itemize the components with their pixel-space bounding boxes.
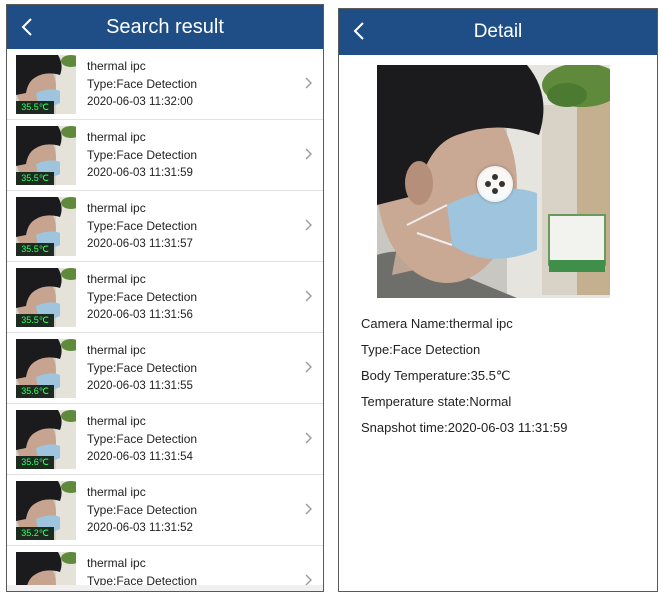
row-type: Type:Face Detection xyxy=(87,361,198,375)
body-temperature: Body Temperature:35.5℃ xyxy=(361,368,511,383)
page-title: Search result xyxy=(106,15,224,38)
row-timestamp: 2020-06-03 11:32:00 xyxy=(87,96,193,108)
temperature-badge: 35.6℃ xyxy=(16,456,54,469)
row-thumbnail: 35.5℃ xyxy=(16,55,76,114)
row-thumbnail: 35.5℃ xyxy=(16,268,76,327)
play-icon xyxy=(485,174,505,194)
temperature-badge: 35.5℃ xyxy=(16,101,54,114)
result-row[interactable]: 35.6℃ thermal ipc Type:Face Detection 2020-… xyxy=(7,404,323,475)
result-row[interactable]: 35.6℃ thermal ipc Type:Face Detection 2020-… xyxy=(7,333,323,404)
bottom-bar xyxy=(7,585,323,591)
row-text: thermal ipc Type:Face Detection 2020-06-03… xyxy=(87,412,197,466)
row-thumbnail: 35.2℃ xyxy=(16,481,76,540)
search-header: Search result xyxy=(7,5,323,49)
temperature-state: Temperature state:Normal xyxy=(361,394,512,409)
chevron-right-icon xyxy=(305,289,313,307)
result-row[interactable]: 35.5℃ thermal ipc Type:Face Detection 2020-… xyxy=(7,262,323,333)
result-row[interactable]: 35.2℃ thermal ipc Type:Face Detection 2020-… xyxy=(7,475,323,546)
row-thumbnail: 35.6℃ xyxy=(16,410,76,469)
row-timestamp: 2020-06-03 11:31:52 xyxy=(87,522,193,534)
chevron-right-icon xyxy=(305,218,313,236)
row-type: Type:Face Detection xyxy=(87,432,198,446)
chevron-left-icon xyxy=(21,18,32,36)
result-row[interactable]: 35.5℃ thermal ipc Type:Face Detection 2020-… xyxy=(7,191,323,262)
row-timestamp: 2020-06-03 11:31:59 xyxy=(87,167,193,179)
row-camera-name: thermal ipc xyxy=(87,130,146,144)
row-type: Type:Face Detection xyxy=(87,290,198,304)
search-result-screen: Search result 35.5℃ thermal ipc Type:Face … xyxy=(6,4,324,592)
page-title: Detail xyxy=(473,21,523,42)
row-type: Type:Face Detection xyxy=(87,503,198,517)
camera-name: Camera Name:thermal ipc xyxy=(361,316,513,331)
row-text: thermal ipc Type:Face Detection 2020-06-03… xyxy=(87,270,197,324)
detail-info: Camera Name:thermal ipc Type:Face Detect… xyxy=(361,311,567,441)
temperature-badge: 35.5℃ xyxy=(16,172,54,185)
snapshot-image[interactable] xyxy=(377,65,610,298)
chevron-left-icon xyxy=(353,22,364,40)
row-timestamp: 2020-06-03 11:31:57 xyxy=(87,238,193,250)
row-thumbnail: 35.6℃ xyxy=(16,339,76,398)
temperature-badge: 35.5℃ xyxy=(16,314,54,327)
row-type: Type:Face Detection xyxy=(87,77,198,91)
row-text: thermal ipc Type:Face Detection 2020-06-03… xyxy=(87,57,197,111)
detail-screen: Detail Camera Name:thermal ipc Type:Face… xyxy=(338,8,658,592)
row-timestamp: 2020-06-03 11:31:55 xyxy=(87,380,193,392)
chevron-right-icon xyxy=(305,431,313,449)
detection-type: Type:Face Detection xyxy=(361,342,481,357)
temperature-badge: 35.5℃ xyxy=(16,243,54,256)
row-camera-name: thermal ipc xyxy=(87,556,146,570)
temperature-badge: 35.6℃ xyxy=(16,385,54,398)
row-thumbnail: 35.5℃ xyxy=(16,197,76,256)
row-text: thermal ipc Type:Face Detection 2020-06-03… xyxy=(87,483,197,537)
row-timestamp: 2020-06-03 11:31:56 xyxy=(87,309,193,321)
temperature-badge: 35.2℃ xyxy=(16,527,54,540)
row-camera-name: thermal ipc xyxy=(87,414,146,428)
snapshot-time: Snapshot time:2020-06-03 11:31:59 xyxy=(361,420,568,435)
row-camera-name: thermal ipc xyxy=(87,343,146,357)
row-thumbnail: 35.5℃ xyxy=(16,126,76,185)
row-text: thermal ipc Type:Face Detection 2020-06-03… xyxy=(87,199,197,253)
chevron-right-icon xyxy=(305,502,313,520)
result-row[interactable]: 35.5℃ thermal ipc Type:Face Detection 2020-… xyxy=(7,49,323,120)
back-button[interactable] xyxy=(13,11,41,43)
row-camera-name: thermal ipc xyxy=(87,485,146,499)
row-type: Type:Face Detection xyxy=(87,148,198,162)
detail-header: Detail xyxy=(339,9,657,55)
play-button[interactable] xyxy=(477,166,513,202)
chevron-right-icon xyxy=(305,360,313,378)
row-text: thermal ipc Type:Face Detection 2020-06-03… xyxy=(87,341,197,395)
chevron-right-icon xyxy=(305,147,313,165)
row-timestamp: 2020-06-03 11:31:54 xyxy=(87,451,193,463)
result-list[interactable]: 35.5℃ thermal ipc Type:Face Detection 2020-… xyxy=(7,49,323,591)
chevron-right-icon xyxy=(305,76,313,94)
row-type: Type:Face Detection xyxy=(87,219,198,233)
result-row[interactable]: 35.5℃ thermal ipc Type:Face Detection 2020-… xyxy=(7,120,323,191)
row-camera-name: thermal ipc xyxy=(87,201,146,215)
row-text: thermal ipc Type:Face Detection 2020-06-03… xyxy=(87,128,197,182)
row-camera-name: thermal ipc xyxy=(87,59,146,73)
row-camera-name: thermal ipc xyxy=(87,272,146,286)
back-button[interactable] xyxy=(345,15,373,47)
